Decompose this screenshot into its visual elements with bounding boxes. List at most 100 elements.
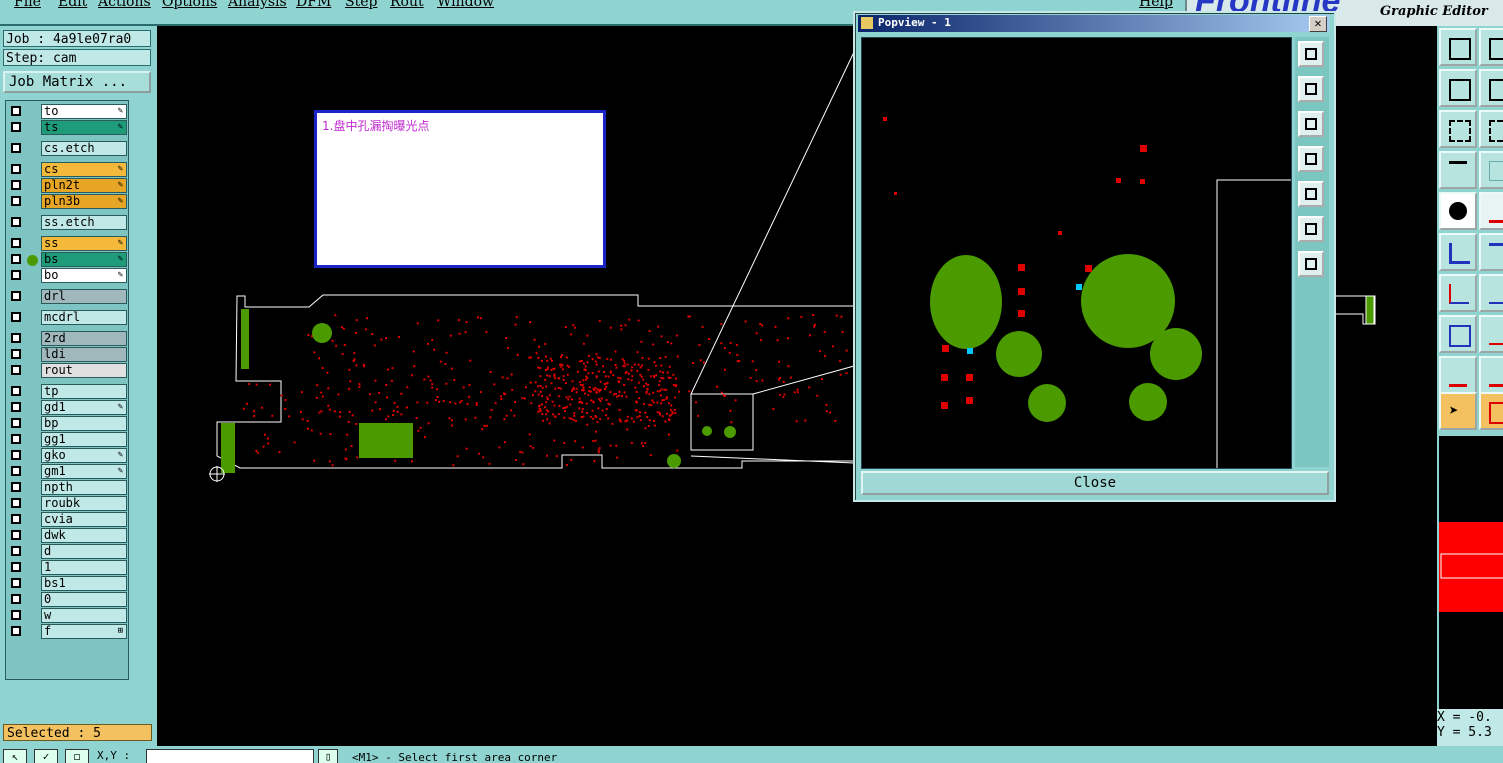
- layer-name[interactable]: mcdrl: [41, 310, 127, 325]
- layer-checkbox[interactable]: [11, 238, 21, 248]
- layer-row[interactable]: dwk: [6, 528, 128, 543]
- layer-name[interactable]: to ✎: [41, 104, 127, 119]
- menu-file[interactable]: File: [14, 0, 41, 10]
- layer-row[interactable]: f ⊞: [6, 624, 128, 639]
- layer-checkbox[interactable]: [11, 365, 21, 375]
- menu-edit[interactable]: Edit: [58, 0, 87, 10]
- pan-down-button[interactable]: [1298, 111, 1324, 137]
- layer-row[interactable]: cvia: [6, 512, 128, 527]
- layer-checkbox[interactable]: [11, 312, 21, 322]
- menu-analysis[interactable]: Analysis: [228, 0, 287, 10]
- layer-checkbox[interactable]: [11, 217, 21, 227]
- tool-select[interactable]: ➤: [1439, 392, 1477, 430]
- layer-checkbox[interactable]: [11, 578, 21, 588]
- menu-actions[interactable]: Actions: [98, 0, 151, 10]
- tool-pad[interactable]: [1439, 192, 1477, 230]
- tool-zoom-fit[interactable]: [1439, 110, 1477, 148]
- tool-angle[interactable]: [1439, 274, 1477, 312]
- layer-row[interactable]: 1: [6, 560, 128, 575]
- layer-name[interactable]: tp: [41, 384, 127, 399]
- layer-name[interactable]: bs ✎: [41, 252, 127, 267]
- layer-row[interactable]: to ✎: [6, 104, 128, 119]
- tool-connect[interactable]: [1439, 233, 1477, 271]
- menu-rout[interactable]: Rout: [390, 0, 424, 10]
- tool-triangle-2[interactable]: [1479, 356, 1503, 394]
- pan-up-button[interactable]: [1298, 76, 1324, 102]
- layer-row[interactable]: gko ✎: [6, 448, 128, 463]
- layer-row[interactable]: ts ✎: [6, 120, 128, 135]
- pan-right-button[interactable]: [1298, 181, 1324, 207]
- job-matrix-button[interactable]: Job Matrix ...: [3, 71, 151, 93]
- popview-titlebar[interactable]: Popview - 1 ✕: [858, 15, 1329, 32]
- tool-line[interactable]: [1479, 192, 1503, 230]
- tool-zoom-out[interactable]: [1479, 110, 1503, 148]
- layer-checkbox[interactable]: [11, 482, 21, 492]
- layer-checkbox[interactable]: [11, 514, 21, 524]
- layer-name[interactable]: gg1: [41, 432, 127, 447]
- layer-checkbox[interactable]: [11, 594, 21, 604]
- menu-step[interactable]: Step: [345, 0, 377, 10]
- layer-row[interactable]: bs ✎: [6, 252, 128, 267]
- layer-name[interactable]: d: [41, 544, 127, 559]
- layer-name[interactable]: bp: [41, 416, 127, 431]
- layer-name[interactable]: cs ✎: [41, 162, 127, 177]
- layer-name[interactable]: 2rd: [41, 331, 127, 346]
- layer-row[interactable]: roubk: [6, 496, 128, 511]
- layer-checkbox[interactable]: [11, 402, 21, 412]
- layer-checkbox[interactable]: [11, 530, 21, 540]
- menu-options[interactable]: Options: [162, 0, 217, 10]
- layer-checkbox[interactable]: [11, 106, 21, 116]
- layer-checkbox[interactable]: [11, 143, 21, 153]
- note-box[interactable]: 1.盘中孔漏掏曝光点: [314, 110, 606, 268]
- layer-name[interactable]: bs1: [41, 576, 127, 591]
- layer-row[interactable]: gd1 ✎: [6, 400, 128, 415]
- check-button[interactable]: ✓: [34, 749, 58, 763]
- layer-checkbox[interactable]: [11, 626, 21, 636]
- layer-name[interactable]: rout: [41, 363, 127, 378]
- layer-checkbox[interactable]: [11, 434, 21, 444]
- menu-dfm[interactable]: DFM: [296, 0, 331, 10]
- layer-name[interactable]: w: [41, 608, 127, 623]
- zoom-out-button[interactable]: [1298, 251, 1324, 277]
- layer-checkbox[interactable]: [11, 180, 21, 190]
- layer-row[interactable]: d: [6, 544, 128, 559]
- layer-checkbox[interactable]: [11, 546, 21, 556]
- tool-window-right[interactable]: [1479, 69, 1503, 107]
- zoom-window-button[interactable]: [1298, 41, 1324, 67]
- layer-row[interactable]: tp: [6, 384, 128, 399]
- layer-name[interactable]: cs.etch: [41, 141, 127, 156]
- layer-checkbox[interactable]: [11, 349, 21, 359]
- popview-canvas[interactable]: [861, 37, 1292, 469]
- layer-name[interactable]: drl: [41, 289, 127, 304]
- layer-row[interactable]: bs1: [6, 576, 128, 591]
- layer-checkbox[interactable]: [11, 196, 21, 206]
- layer-row[interactable]: drl: [6, 289, 128, 304]
- layer-checkbox[interactable]: [11, 562, 21, 572]
- layer-name[interactable]: ss.etch: [41, 215, 127, 230]
- tool-settings[interactable]: [1439, 151, 1477, 189]
- layer-row[interactable]: pln3b ✎: [6, 194, 128, 209]
- layer-row[interactable]: rout: [6, 363, 128, 378]
- layer-checkbox[interactable]: [11, 254, 21, 264]
- layer-row[interactable]: bp: [6, 416, 128, 431]
- layer-row[interactable]: ss.etch: [6, 215, 128, 230]
- layer-row[interactable]: w: [6, 608, 128, 623]
- layer-name[interactable]: 0: [41, 592, 127, 607]
- layer-name[interactable]: pln2t ✎: [41, 178, 127, 193]
- layer-row[interactable]: npth: [6, 480, 128, 495]
- layer-checkbox[interactable]: [11, 418, 21, 428]
- tool-select-area[interactable]: [1479, 392, 1503, 430]
- layer-row[interactable]: cs.etch: [6, 141, 128, 156]
- layer-row[interactable]: 2rd: [6, 331, 128, 346]
- minimap[interactable]: [1437, 436, 1503, 709]
- layer-name[interactable]: 1: [41, 560, 127, 575]
- layer-checkbox[interactable]: [11, 498, 21, 508]
- layer-name[interactable]: ldi: [41, 347, 127, 362]
- undo-button[interactable]: ↖: [3, 749, 27, 763]
- layer-row[interactable]: pln2t ✎: [6, 178, 128, 193]
- layer-checkbox[interactable]: [11, 164, 21, 174]
- close-button[interactable]: Close: [861, 471, 1329, 495]
- layer-row[interactable]: cs ✎: [6, 162, 128, 177]
- layer-name[interactable]: ss ✎: [41, 236, 127, 251]
- layer-row[interactable]: bo ✎: [6, 268, 128, 283]
